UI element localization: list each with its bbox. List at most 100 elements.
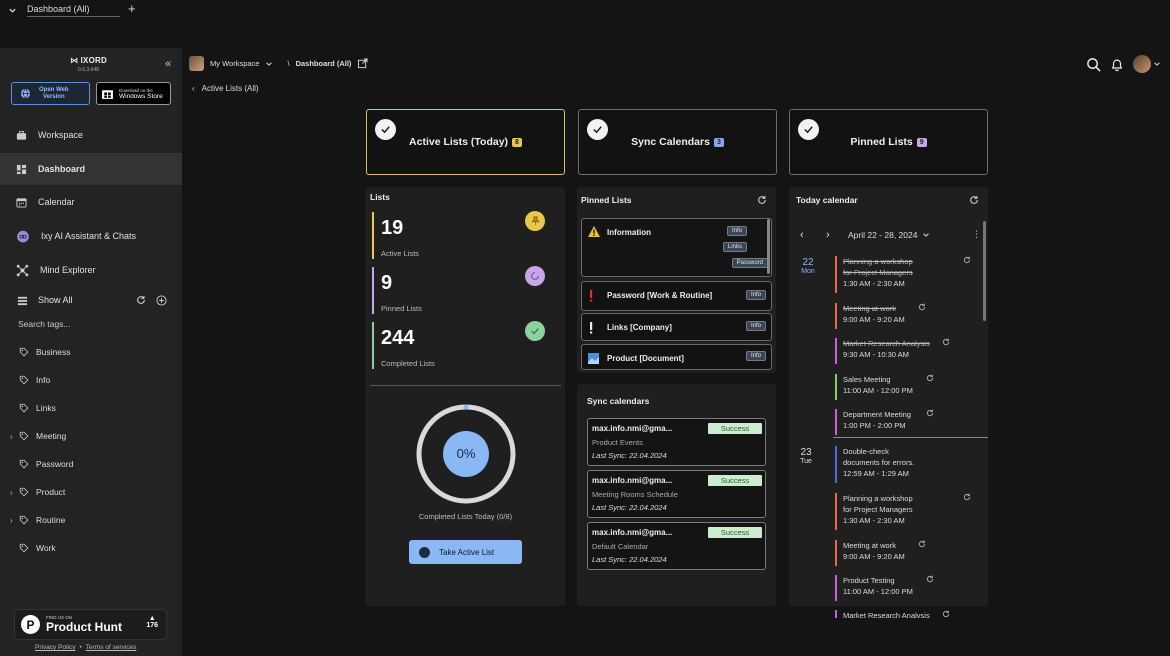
- back-link[interactable]: ‹ Active Lists (All): [192, 84, 259, 93]
- top-card-2[interactable]: Pinned Lists 9: [789, 109, 988, 175]
- search-tags-input[interactable]: Search tags...: [18, 319, 70, 329]
- privacy-policy-link[interactable]: Privacy Policy: [35, 644, 75, 651]
- pinned-scrollbar[interactable]: [767, 219, 770, 274]
- tag-item[interactable]: Links: [10, 401, 56, 415]
- chevron-down-icon[interactable]: [1153, 60, 1161, 68]
- status-badge: Success: [708, 527, 762, 538]
- week-range-selector[interactable]: April 22 - 28, 2024: [848, 230, 930, 240]
- event-title: Double-check: [843, 447, 889, 456]
- show-all-tags-link[interactable]: Show All: [38, 295, 73, 305]
- more-options-icon[interactable]: ⋮: [972, 229, 981, 240]
- calendar-event[interactable]: Planning a workshop for Project Managers 1…: [835, 256, 913, 293]
- calendar-event[interactable]: Market Research Analysis 9:30 AM - 10:30 …: [835, 338, 930, 364]
- calendar-scrollbar[interactable]: [983, 221, 986, 321]
- calendar-event[interactable]: Meeting at work 9:00 AM - 9:20 AM: [835, 540, 905, 566]
- tag-chip[interactable]: Password: [731, 258, 768, 268]
- chevron-right-icon[interactable]: ›: [10, 516, 18, 525]
- sync-calendar-item[interactable]: max.info.nmi@gma... Success Product Events…: [587, 418, 766, 466]
- pinned-list-item[interactable]: Information Info Links Password: [581, 218, 772, 277]
- refresh-icon[interactable]: [136, 295, 146, 305]
- top-card-0[interactable]: Active Lists (Today) 8: [366, 109, 565, 175]
- calendar-event[interactable]: Meeting at work 9:00 AM - 9:20 AM: [835, 303, 905, 329]
- calendar-event[interactable]: Department Meeting 1:00 PM - 2:00 PM: [835, 409, 911, 435]
- tag-chip[interactable]: Info: [726, 226, 747, 236]
- search-icon[interactable]: [1086, 57, 1101, 72]
- sync-email: max.info.nmi@gma...: [592, 528, 673, 537]
- calendar-event[interactable]: Planning a workshop for Project Managers 1…: [835, 493, 913, 530]
- tag-item[interactable]: Info: [10, 373, 50, 387]
- network-icon: [16, 264, 29, 276]
- bell-icon[interactable]: [1110, 57, 1124, 72]
- terms-link[interactable]: Terms of services: [86, 644, 137, 651]
- tag-item[interactable]: Work: [10, 541, 56, 555]
- windows-store-icon: [102, 90, 113, 99]
- nav-label: Mind Explorer: [40, 265, 96, 275]
- recurring-icon: [918, 540, 926, 550]
- event-title-line2: for Project Managers: [843, 505, 913, 514]
- tag-chip[interactable]: Info: [745, 290, 766, 300]
- calendar-event[interactable]: Double-check documents for errors. 12:59 A…: [835, 446, 914, 483]
- card-label: Active Lists (Today): [409, 136, 509, 148]
- new-tab-button[interactable]: +: [128, 1, 136, 16]
- tag-item[interactable]: › Product: [10, 485, 65, 499]
- tab-label[interactable]: Dashboard (All): [27, 4, 120, 17]
- tag-icon: [19, 487, 29, 497]
- pinned-list-item[interactable]: Product [Document] Info: [581, 344, 772, 370]
- sync-calendar-item[interactable]: max.info.nmi@gma... Success Meeting Rooms …: [587, 470, 766, 518]
- windows-store-button[interactable]: Download on the Windows Store: [96, 82, 171, 105]
- chevron-down-icon[interactable]: [8, 6, 17, 15]
- stat-accent-bar: [372, 322, 374, 369]
- chevron-down-icon[interactable]: [265, 60, 273, 68]
- pinned-list-title: Product [Document]: [607, 354, 684, 363]
- tag-item[interactable]: Password: [10, 457, 73, 471]
- chevron-left-icon: ‹: [192, 84, 195, 93]
- tag-icon: [19, 515, 29, 525]
- day-of-week: Tue: [800, 458, 812, 465]
- tab-dashboard[interactable]: Dashboard (All): [8, 2, 120, 18]
- workspace-selector[interactable]: My Workspace: [210, 59, 259, 68]
- tag-label: Product: [36, 487, 66, 497]
- external-link-icon[interactable]: [357, 58, 368, 69]
- recurring-icon: [918, 303, 926, 313]
- tag-chip[interactable]: Info: [745, 321, 766, 331]
- collapse-sidebar-icon[interactable]: «: [165, 58, 171, 70]
- chevron-right-icon[interactable]: ›: [10, 488, 18, 497]
- tag-chip[interactable]: Links: [722, 242, 747, 252]
- tag-item[interactable]: › Routine: [10, 513, 65, 527]
- tag-item[interactable]: Business: [10, 345, 71, 359]
- tag-label: Meeting: [36, 431, 67, 441]
- prev-week-icon[interactable]: ‹: [800, 229, 804, 241]
- progress-label: 0%: [456, 446, 476, 461]
- next-week-icon[interactable]: ›: [826, 229, 830, 241]
- nav-mind-explorer[interactable]: Mind Explorer: [0, 254, 182, 286]
- nav-dashboard[interactable]: Dashboard: [0, 153, 182, 185]
- calendar-event[interactable]: Product Testing 11:00 AM - 12:00 PM: [835, 575, 913, 601]
- open-web-version-button[interactable]: Open Web Version: [11, 82, 90, 105]
- calendar-event[interactable]: Market Research Analysis: [835, 610, 930, 618]
- add-tag-icon[interactable]: [156, 294, 167, 306]
- refresh-icon[interactable]: [969, 195, 979, 205]
- sync-calendar-item[interactable]: max.info.nmi@gma... Success Default Calend…: [587, 522, 766, 570]
- logo-icon: ⋈: [70, 56, 81, 65]
- product-hunt-badge[interactable]: P FIND US ON Product Hunt ▲ 176: [14, 609, 167, 640]
- dashboard-icon: [16, 164, 27, 174]
- nav-ai-assistant[interactable]: Ixy AI Assistant & Chats: [0, 220, 182, 252]
- tag-icon: [19, 431, 29, 441]
- tag-chip[interactable]: Info: [745, 351, 766, 361]
- user-menu[interactable]: [1133, 55, 1161, 73]
- take-active-list-button[interactable]: Take Active List: [409, 540, 522, 564]
- pinned-list-item[interactable]: Password [Work & Routine] Info: [581, 281, 772, 311]
- calendar-event[interactable]: Sales Meeting 11:00 AM - 12:00 PM: [835, 374, 913, 400]
- tag-item[interactable]: › Meeting: [10, 429, 66, 443]
- refresh-icon[interactable]: [757, 195, 767, 205]
- event-time: 9:00 AM - 9:20 AM: [843, 315, 905, 324]
- user-avatar[interactable]: [1133, 55, 1151, 73]
- nav-calendar[interactable]: Calendar: [0, 186, 182, 218]
- day-number: 22: [802, 257, 814, 268]
- top-card-1[interactable]: Sync Calendars 3: [578, 109, 777, 175]
- stat-label: Completed Lists: [381, 359, 435, 368]
- chevron-right-icon[interactable]: ›: [10, 432, 18, 441]
- nav-workspace[interactable]: Workspace: [0, 119, 182, 151]
- event-title: Market Research Analysis: [843, 339, 930, 348]
- pinned-list-item[interactable]: Links [Company] Info: [581, 313, 772, 341]
